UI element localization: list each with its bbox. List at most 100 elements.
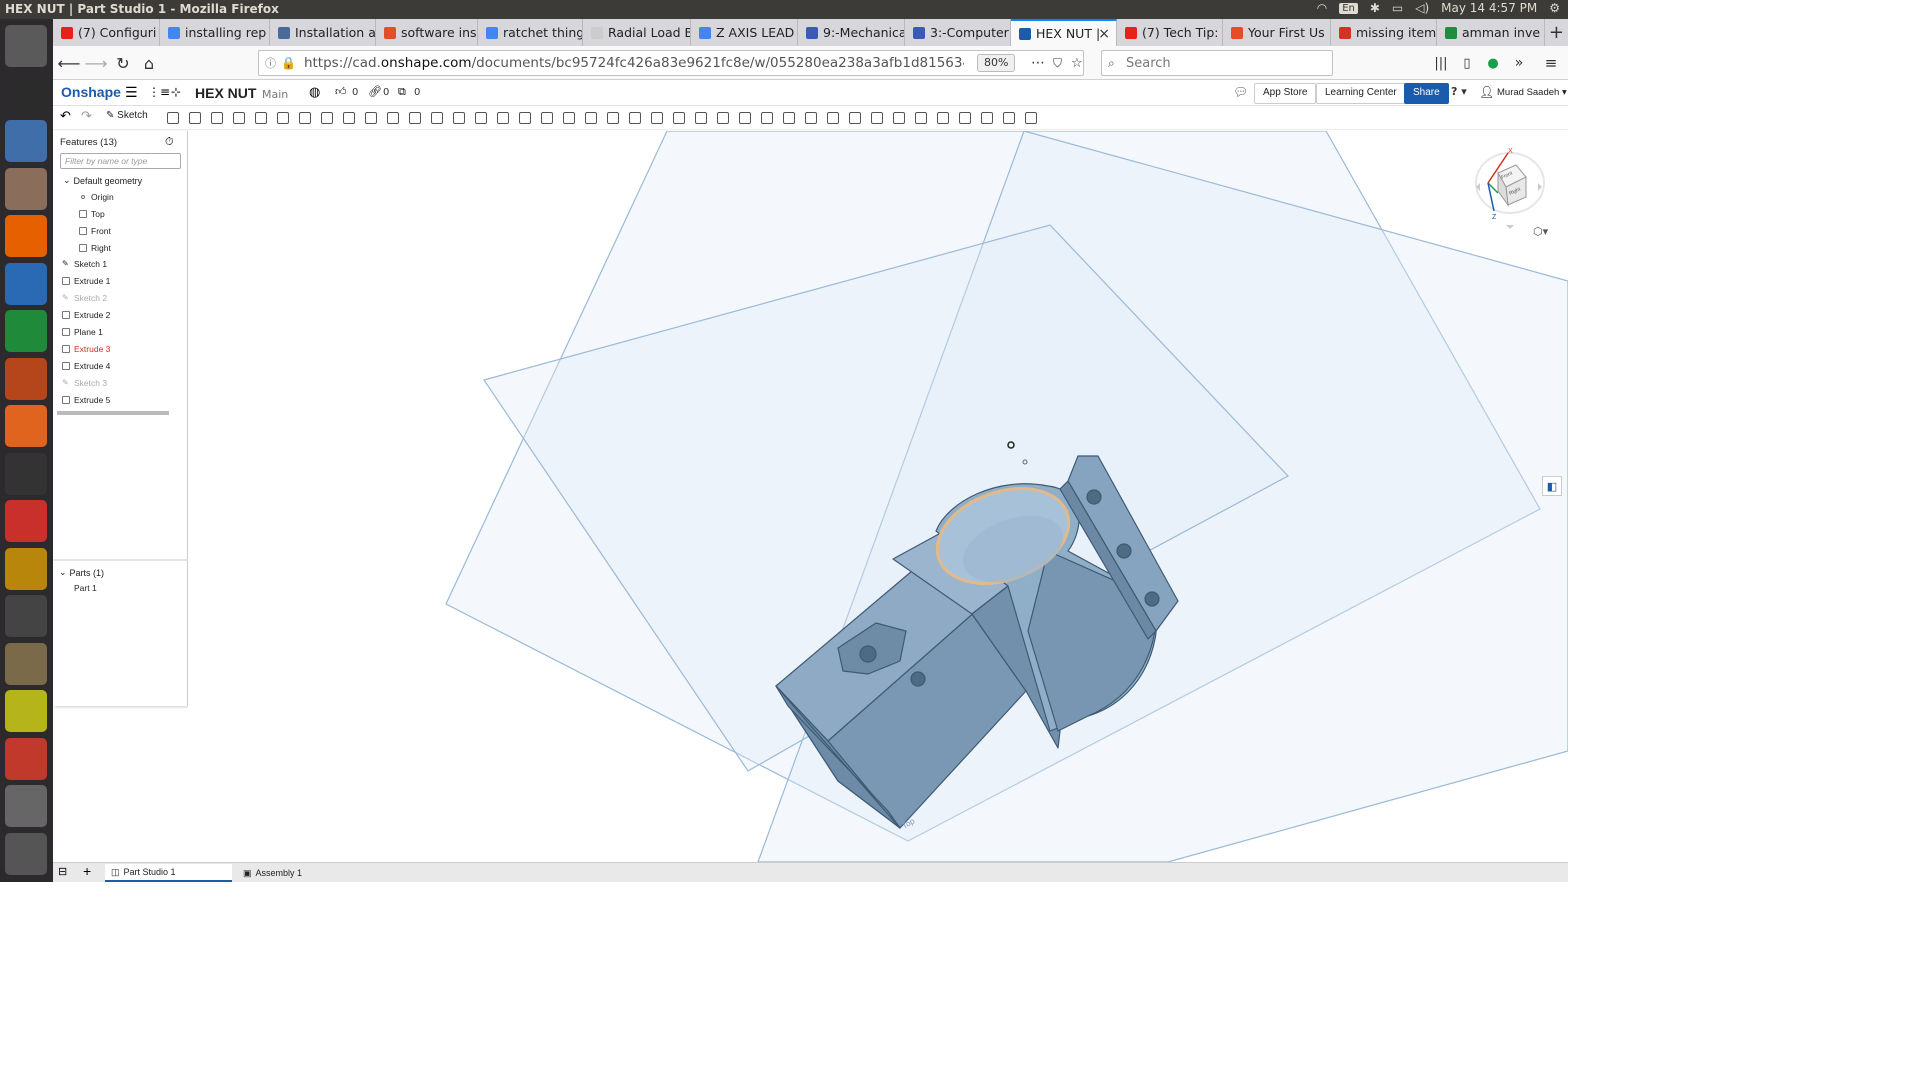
clock[interactable]: May 14 4:57 PM: [1441, 1, 1537, 15]
delete-part-tool-icon[interactable]: [541, 112, 553, 124]
feature-item[interactable]: Plane 1: [62, 327, 103, 337]
replace-face-tool-icon[interactable]: [607, 112, 619, 124]
sidebar-icon[interactable]: ▯: [1455, 52, 1479, 74]
help-button[interactable]: ? ▾: [1451, 85, 1467, 98]
library-icon[interactable]: |||: [1429, 52, 1453, 74]
geometry-item[interactable]: Top: [79, 209, 105, 219]
back-button[interactable]: ⟵: [57, 52, 81, 74]
url-text[interactable]: https://cad.onshape.com/documents/bc9572…: [304, 55, 964, 71]
browser-tab[interactable]: HEX NUT | ×: [1011, 19, 1117, 46]
versions-icon[interactable]: ⋮≡: [148, 85, 170, 99]
pattern-tool-icon[interactable]: [431, 112, 443, 124]
variable-tool-icon[interactable]: [717, 112, 729, 124]
section-tool-icon[interactable]: [761, 112, 773, 124]
frame-tool-icon[interactable]: [1003, 112, 1015, 124]
bluetooth-icon[interactable]: ✱: [1370, 1, 1380, 15]
search-field[interactable]: ⌕ Search: [1101, 50, 1333, 76]
graphics-viewport[interactable]: Top X Z Front Right ⬡▾ ◧: [188, 131, 1568, 862]
rib-tool-icon[interactable]: [365, 112, 377, 124]
overflow-chevron-icon[interactable]: »: [1507, 52, 1531, 74]
user-menu[interactable]: Murad Saadeh ▾: [1497, 87, 1567, 98]
fill-tool-icon[interactable]: [651, 112, 663, 124]
grammarly-icon[interactable]: ●: [1481, 52, 1505, 74]
pocket-icon[interactable]: ⛉: [1053, 56, 1062, 71]
browser-tab[interactable]: Your First Us: [1223, 19, 1331, 46]
transform-tool-icon[interactable]: [519, 112, 531, 124]
home-button[interactable]: ⌂: [137, 52, 161, 74]
writer-icon[interactable]: [5, 262, 47, 305]
reload-button[interactable]: ↻: [111, 52, 135, 74]
comments-icon[interactable]: 💬︎: [1233, 85, 1248, 99]
modify-fillet-tool-icon[interactable]: [563, 112, 575, 124]
loft-tool-icon[interactable]: [255, 112, 267, 124]
offset-surface-tool-icon[interactable]: [629, 112, 641, 124]
tab-part-studio-1[interactable]: ◫ Part Studio 1: [105, 864, 232, 882]
new-tab-button[interactable]: +: [1549, 22, 1564, 43]
thicken-tool-icon[interactable]: [277, 112, 289, 124]
feature-item[interactable]: Extrude 4: [62, 361, 110, 371]
plane-tool-icon[interactable]: [167, 112, 179, 124]
terminal-icon[interactable]: [5, 72, 47, 115]
keyboard-language[interactable]: En: [1339, 2, 1358, 14]
freecad-icon[interactable]: [5, 690, 47, 732]
learning-center-button[interactable]: Learning Center: [1316, 83, 1406, 104]
hamburger-menu-icon[interactable]: ☰: [125, 85, 138, 101]
power-settings-icon[interactable]: ⚙: [1549, 1, 1560, 15]
menu-icon[interactable]: ≡: [1539, 52, 1563, 74]
feature-panel-scrollbar[interactable]: [57, 411, 169, 415]
browser-tab[interactable]: Radial Load Bea: [583, 19, 691, 46]
schematic-icon[interactable]: [5, 547, 47, 590]
browser-tab[interactable]: (7) Configuri: [53, 19, 160, 46]
panel-divider[interactable]: [53, 559, 188, 561]
ubuntu-dash-icon[interactable]: [5, 25, 47, 67]
browser-tab[interactable]: installing rep: [160, 19, 270, 46]
feature-item[interactable]: Extrude 2: [62, 310, 110, 320]
offset-tool-icon[interactable]: [189, 112, 201, 124]
mate-tool-icon[interactable]: [739, 112, 751, 124]
revolve-tool-icon[interactable]: [211, 112, 223, 124]
part-item[interactable]: Part 1: [74, 583, 97, 593]
battery-icon[interactable]: ▭: [1392, 1, 1403, 15]
drive-icon[interactable]: [5, 832, 47, 875]
view-options-icon[interactable]: ⬡▾: [1533, 225, 1548, 238]
split-tool-icon[interactable]: [497, 112, 509, 124]
tab-tool-icon[interactable]: [893, 112, 905, 124]
onshape-logo[interactable]: Onshape: [61, 84, 121, 100]
browser-tab[interactable]: missing item: [1331, 19, 1437, 46]
corner-tool-icon[interactable]: [937, 112, 949, 124]
composite-tool-icon[interactable]: [827, 112, 839, 124]
amazon-icon[interactable]: [5, 452, 47, 495]
add-tab-icon[interactable]: +: [83, 863, 91, 879]
calc-icon[interactable]: [5, 310, 47, 352]
globe-icon[interactable]: ◍: [309, 85, 320, 100]
share-button[interactable]: Share: [1404, 83, 1449, 104]
finish-tool-icon[interactable]: [981, 112, 993, 124]
info-icon[interactable]: ⓘ: [265, 55, 276, 71]
volume-icon[interactable]: ◁): [1415, 1, 1429, 15]
browser-tab[interactable]: Z AXIS LEAD: [691, 19, 798, 46]
browser-tab[interactable]: software ins: [376, 19, 478, 46]
app-store-button[interactable]: App Store: [1254, 83, 1317, 104]
bridge-tool-icon[interactable]: [805, 112, 817, 124]
add-feature-tool-icon[interactable]: [1025, 112, 1037, 124]
feature-filter-input[interactable]: Filter by name or type: [60, 153, 181, 169]
curve-tool-icon[interactable]: [783, 112, 795, 124]
wifi-icon[interactable]: ◠: [1317, 1, 1327, 15]
feature-item[interactable]: ✎ Sketch 1: [62, 259, 107, 269]
shell-tool-icon[interactable]: [387, 112, 399, 124]
chamfer-tool-icon[interactable]: [321, 112, 333, 124]
settings-icon[interactable]: [5, 500, 47, 542]
mirror-tool-icon[interactable]: [453, 112, 465, 124]
move-face-tool-icon[interactable]: [585, 112, 597, 124]
user-avatar-icon[interactable]: 👤︎: [1479, 85, 1494, 99]
camera-icon[interactable]: [5, 785, 47, 827]
sweep-tool-icon[interactable]: [233, 112, 245, 124]
view-cube[interactable]: X Z Front Right: [1472, 141, 1552, 236]
page-actions-icon[interactable]: ⋯: [1031, 55, 1045, 71]
appearance-panel-icon[interactable]: ◧: [1542, 476, 1562, 496]
undo-icon[interactable]: ↶: [60, 109, 71, 124]
geometry-item[interactable]: Right: [79, 243, 111, 253]
draft-tool-icon[interactable]: [343, 112, 355, 124]
insert-icon[interactable]: ⊹: [171, 85, 181, 99]
forward-button[interactable]: ⟶: [84, 52, 108, 74]
